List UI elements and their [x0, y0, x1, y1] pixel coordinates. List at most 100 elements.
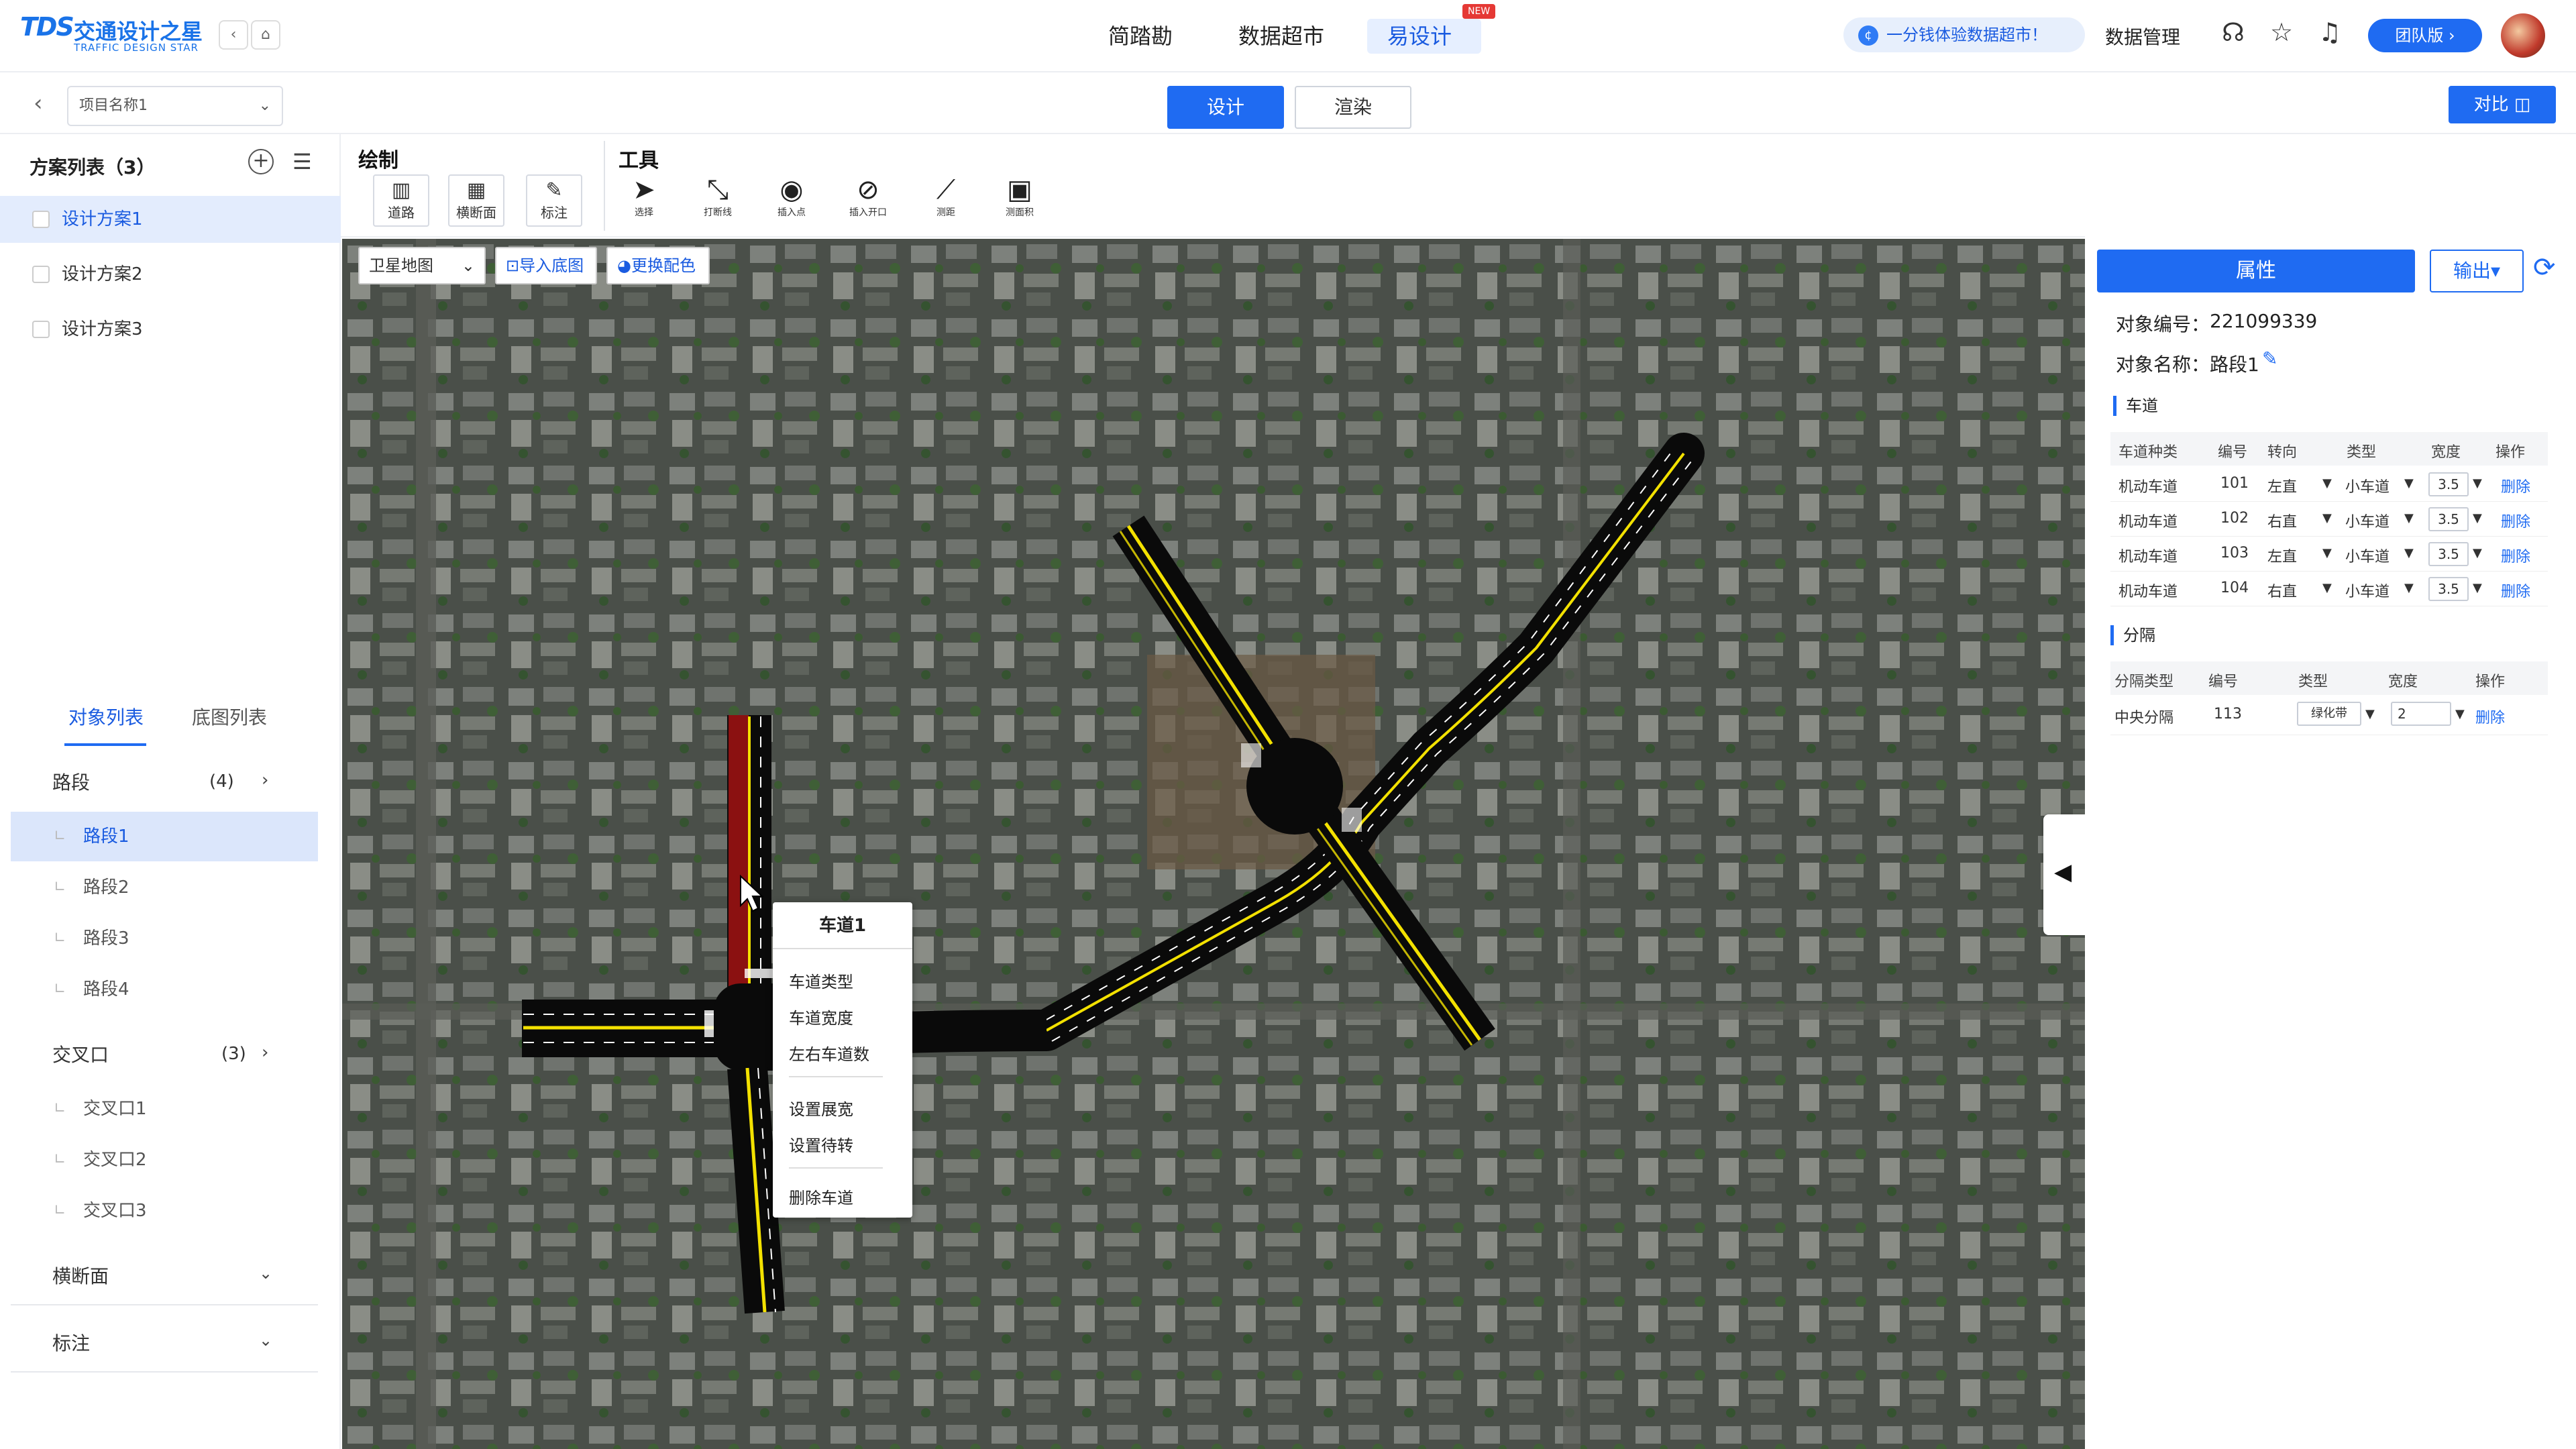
insert-opening-tool[interactable]: ⊘ 插入开口: [840, 174, 896, 219]
brand-logo[interactable]: TDS: [20, 12, 74, 50]
draw-cross-section-button[interactable]: ▦ 横断面: [448, 174, 504, 227]
col-header-type: 类型: [2298, 674, 2328, 690]
dropdown-arrow-icon[interactable]: ▼: [2322, 511, 2332, 525]
scheme-item-2[interactable]: 设计方案2: [0, 251, 341, 298]
compare-button[interactable]: 对比 ◫: [2449, 86, 2556, 123]
manage-scheme-icon[interactable]: ☰: [292, 149, 312, 174]
lane-turn-select[interactable]: 右直: [2267, 510, 2297, 531]
select-tool[interactable]: ➤ 选择: [616, 174, 672, 219]
add-scheme-icon[interactable]: +: [248, 149, 274, 174]
draw-annotation-button[interactable]: ✎ 标注: [526, 174, 582, 227]
lane-width-input[interactable]: 3.5: [2428, 507, 2469, 531]
refresh-icon[interactable]: ⟳: [2533, 252, 2556, 283]
nav-data-market[interactable]: 数据超市: [1218, 19, 1344, 54]
tab-basemap-list[interactable]: 底图列表: [192, 703, 267, 730]
back-arrow-icon[interactable]: ‹: [219, 20, 248, 50]
export-label: 输出: [2453, 260, 2491, 282]
lane-width-input[interactable]: 3.5: [2428, 542, 2469, 566]
tree-branch-icon: ∟: [54, 828, 66, 845]
scheme-checkbox[interactable]: [32, 266, 50, 283]
dropdown-arrow-icon[interactable]: ▼: [2473, 476, 2482, 490]
data-management-link[interactable]: 数据管理: [2105, 23, 2180, 50]
lane-kind: 机动车道: [2118, 549, 2178, 566]
dropdown-arrow-icon[interactable]: ▼: [2322, 476, 2332, 490]
dropdown-arrow-icon[interactable]: ▼: [2473, 546, 2482, 560]
insert-point-tool[interactable]: ◉ 插入点: [763, 174, 820, 219]
menu-item-delete-lane[interactable]: 删除车道: [789, 1185, 853, 1208]
avatar[interactable]: [2501, 13, 2545, 58]
lane-type-select[interactable]: 小车道: [2345, 580, 2390, 601]
tab-render[interactable]: 渲染: [1295, 86, 1411, 129]
team-edition-button[interactable]: 团队版 ›: [2368, 19, 2482, 52]
scheme-checkbox[interactable]: [32, 321, 50, 338]
opening-icon: ⊘: [857, 174, 879, 205]
tab-object-list[interactable]: 对象列表: [68, 703, 144, 730]
dropdown-arrow-icon[interactable]: ▼: [2322, 581, 2332, 595]
menu-item-lane-type[interactable]: 车道类型: [789, 969, 853, 992]
dropdown-arrow-icon[interactable]: ▼: [2404, 476, 2414, 490]
promo-banner[interactable]: 一分钱体验数据超市！: [1843, 17, 2085, 52]
lane-turn-select[interactable]: 右直: [2267, 580, 2297, 601]
collapse-panel-handle[interactable]: ◀: [2043, 814, 2085, 935]
lane-type-select[interactable]: 小车道: [2345, 475, 2390, 496]
menu-item-lane-count[interactable]: 左右车道数: [789, 1041, 869, 1065]
measure-area-tool[interactable]: ▣ 测面积: [991, 174, 1048, 219]
lane-turn-select[interactable]: 左直: [2267, 475, 2297, 496]
basemap-select[interactable]: 卫星地图 ⌄: [358, 247, 486, 284]
delete-lane-link[interactable]: 删除: [2501, 545, 2530, 566]
import-basemap-button[interactable]: ⊡导入底图: [495, 247, 597, 284]
menu-item-set-widening[interactable]: 设置展宽: [789, 1096, 853, 1120]
measure-distance-tool[interactable]: ⟋ 测距: [918, 174, 974, 219]
draw-road-button[interactable]: ▥ 道路: [373, 174, 429, 227]
lane-turn-select[interactable]: 左直: [2267, 545, 2297, 566]
nav-easy-design[interactable]: 易设计: [1367, 19, 1481, 54]
dropdown-arrow-icon[interactable]: ▼: [2322, 546, 2332, 560]
scheme-item-1[interactable]: 设计方案1: [0, 196, 341, 243]
nav-site-survey[interactable]: 简踏勘: [1088, 19, 1193, 54]
change-color-button[interactable]: ◕更换配色: [606, 247, 710, 284]
project-select[interactable]: 项目名称1 ⌄: [67, 86, 283, 126]
lane-type-select[interactable]: 小车道: [2345, 545, 2390, 566]
map-canvas[interactable]: [342, 239, 2085, 1449]
break-line-tool[interactable]: ⤡ 打断线: [690, 174, 746, 219]
delete-separator-link[interactable]: 删除: [2475, 706, 2505, 727]
chevron-right-icon[interactable]: ›: [262, 1042, 268, 1063]
lane-type-select[interactable]: 小车道: [2345, 510, 2390, 531]
home-icon[interactable]: ⌂: [251, 20, 280, 50]
menu-item-set-waiting[interactable]: 设置待转: [789, 1132, 853, 1156]
chevron-right-icon[interactable]: ›: [262, 770, 268, 790]
separator-width-input[interactable]: 2: [2391, 702, 2451, 726]
group-label: 交叉口: [52, 1044, 109, 1066]
chevron-down-icon[interactable]: ⌄: [259, 1331, 272, 1350]
dropdown-arrow-icon[interactable]: ▼: [2473, 511, 2482, 525]
dropdown-arrow-icon[interactable]: ▼: [2404, 581, 2414, 595]
lane-width-input[interactable]: 3.5: [2428, 577, 2469, 601]
group-intersections[interactable]: 交叉口: [11, 1032, 318, 1079]
export-button[interactable]: 输出▾: [2430, 250, 2524, 292]
delete-lane-link[interactable]: 删除: [2501, 580, 2530, 601]
properties-panel: [2085, 239, 2576, 1449]
dropdown-arrow-icon[interactable]: ▼: [2473, 581, 2482, 595]
separator-type-select[interactable]: 绿化带: [2297, 702, 2361, 726]
scheme-checkbox[interactable]: [32, 211, 50, 228]
pen-icon: ✎: [545, 178, 563, 202]
dropdown-arrow-icon[interactable]: ▼: [2455, 707, 2465, 721]
edit-icon[interactable]: ✎: [2262, 347, 2277, 370]
delete-lane-link[interactable]: 删除: [2501, 475, 2530, 496]
properties-tab[interactable]: 属性: [2097, 250, 2415, 292]
lane-width-input[interactable]: 3.5: [2428, 472, 2469, 496]
group-segments[interactable]: 路段: [11, 759, 318, 806]
headset-icon[interactable]: ☊: [2222, 17, 2245, 47]
scheme-item-3[interactable]: 设计方案3: [0, 306, 341, 353]
star-icon[interactable]: ☆: [2270, 17, 2293, 47]
dropdown-arrow-icon[interactable]: ▼: [2404, 511, 2414, 525]
bell-icon[interactable]: ♫: [2318, 17, 2341, 47]
delete-lane-link[interactable]: 删除: [2501, 510, 2530, 531]
tab-design[interactable]: 设计: [1167, 86, 1284, 129]
back-icon[interactable]: ‹: [34, 90, 43, 117]
dropdown-arrow-icon[interactable]: ▼: [2404, 546, 2414, 560]
menu-item-lane-width[interactable]: 车道宽度: [789, 1005, 853, 1028]
chevron-down-icon[interactable]: ⌄: [259, 1264, 272, 1283]
dropdown-arrow-icon[interactable]: ▼: [2365, 707, 2375, 721]
col-header-lane-kind: 车道种类: [2118, 444, 2178, 461]
